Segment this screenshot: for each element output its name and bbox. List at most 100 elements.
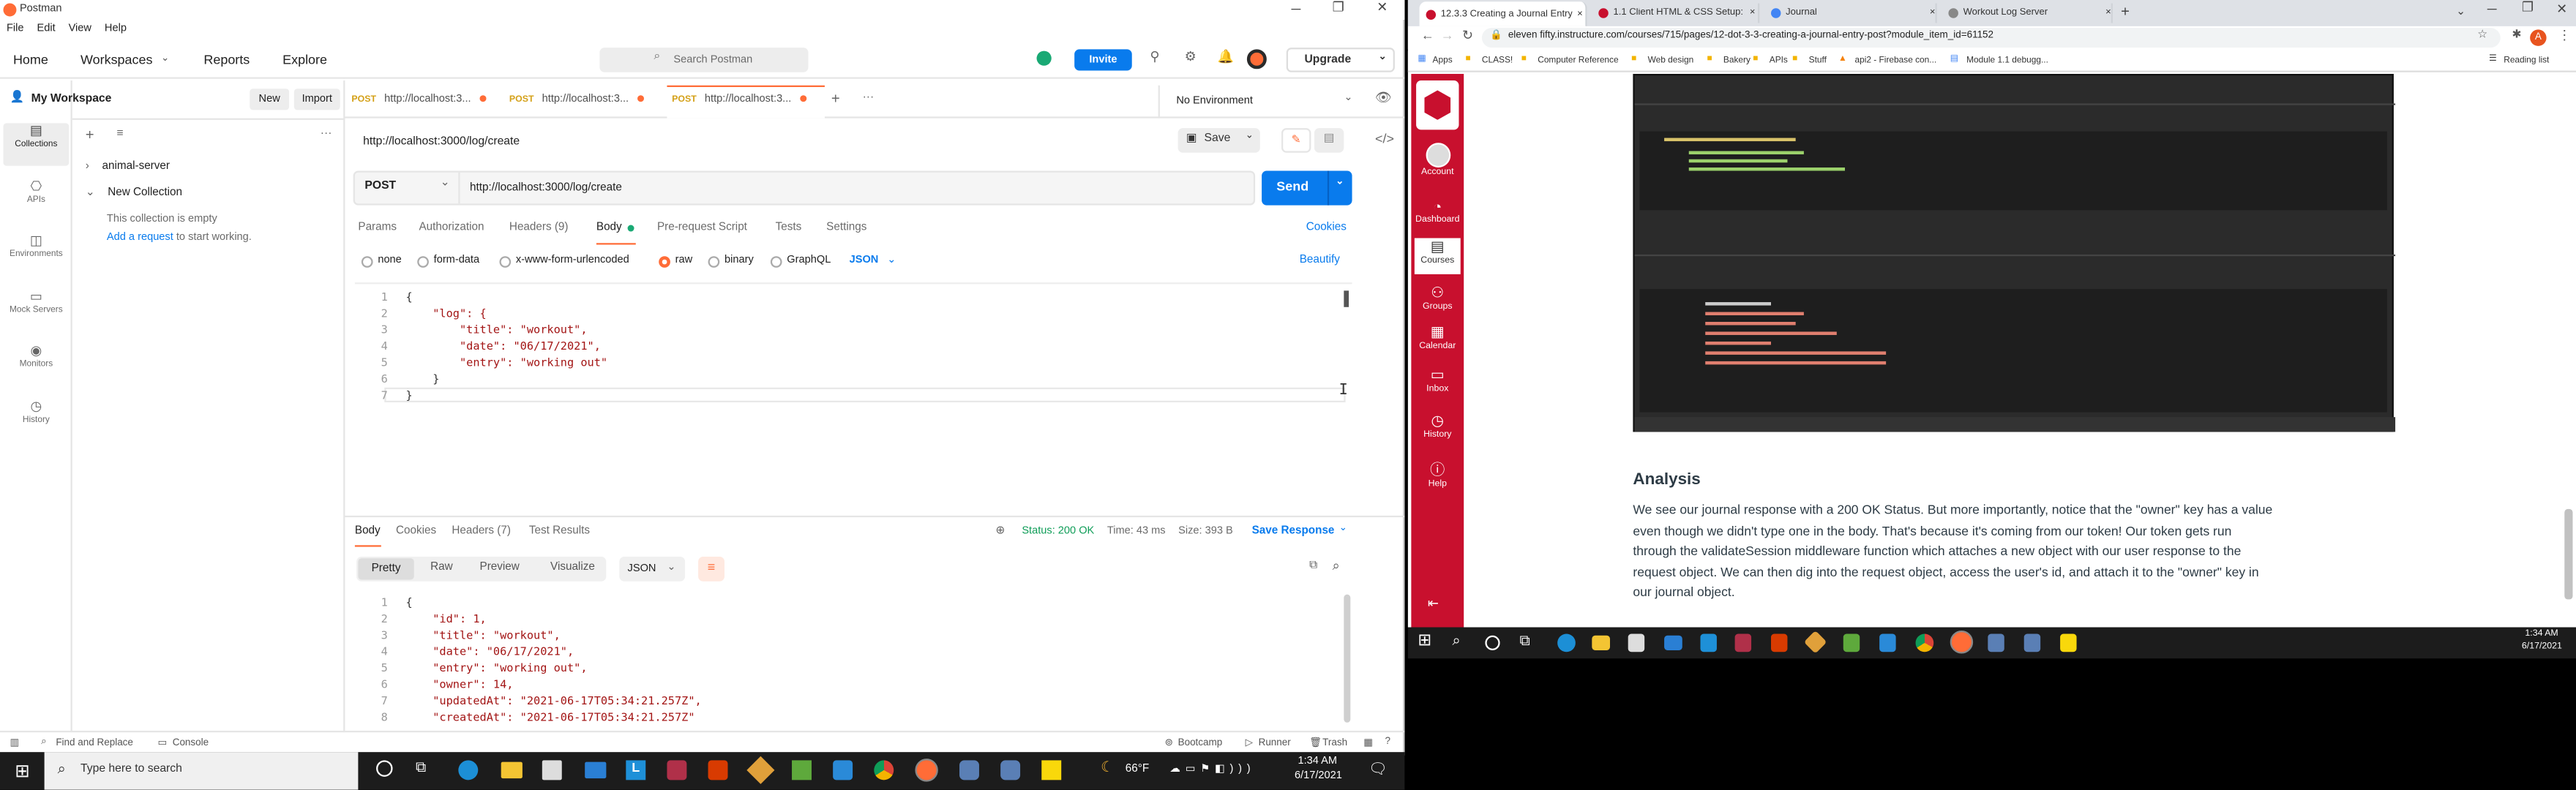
lms-nav-courses[interactable]: ▤ Courses: [1414, 238, 1461, 274]
cortana-icon[interactable]: [1485, 635, 1500, 650]
app-icon[interactable]: [667, 760, 687, 780]
page-scrollbar[interactable]: [2564, 508, 2573, 600]
pgadmin-icon[interactable]: [2023, 633, 2041, 652]
sticky-notes-icon[interactable]: [2060, 633, 2077, 652]
browser-tab[interactable]: Journal ×: [1764, 3, 1937, 23]
request-tab[interactable]: POST http://localhost:3...: [509, 94, 661, 105]
mail-icon[interactable]: [585, 761, 607, 779]
workspace-name[interactable]: My Workspace: [31, 94, 112, 105]
sidebar-item-environments[interactable]: ◫ Environments: [3, 233, 69, 260]
menu-file[interactable]: File: [7, 23, 24, 34]
search-icon[interactable]: ⌕: [1452, 632, 1460, 650]
menu-help[interactable]: Help: [105, 23, 127, 34]
chrome-icon[interactable]: [874, 760, 894, 780]
pgadmin-icon[interactable]: [1000, 760, 1021, 780]
lms-nav-dashboard[interactable]: ◔ Dashboard: [1415, 199, 1461, 225]
radio-binary[interactable]: [708, 256, 720, 268]
request-tab[interactable]: POST http://localhost:3...: [351, 94, 503, 105]
mail-icon[interactable]: [1664, 635, 1682, 650]
browser-tab-active[interactable]: 12.3.3 Creating a Journal Entry ×: [1419, 1, 1587, 26]
url-input[interactable]: http://localhost:3000/log/create: [470, 182, 622, 194]
request-body-editor[interactable]: I: [354, 282, 1352, 512]
tab-params[interactable]: Params: [358, 222, 397, 233]
star-icon[interactable]: ☆: [2477, 28, 2487, 41]
bookmark-item[interactable]: Bakery: [1723, 56, 1751, 65]
radio-urlencoded[interactable]: [499, 256, 512, 268]
sidebar-item-history[interactable]: ◷ History: [3, 399, 69, 426]
notifications-icon[interactable]: 🗨: [1368, 760, 1388, 778]
code-icon[interactable]: </>: [1375, 132, 1394, 146]
import-button[interactable]: Import: [293, 89, 340, 110]
tab-body[interactable]: Body: [596, 222, 622, 233]
bookmark-item[interactable]: Module 1.1 debugg...: [1966, 56, 2048, 65]
radio-graphql[interactable]: [770, 256, 782, 268]
runner-button[interactable]: Runner: [1259, 739, 1291, 748]
search-box[interactable]: ⌕ Search Postman: [599, 48, 809, 72]
view-raw[interactable]: Raw: [430, 562, 453, 573]
extensions-icon[interactable]: ✱: [2512, 28, 2521, 41]
close-tab-icon[interactable]: ×: [1930, 8, 1936, 18]
send-button[interactable]: Send ⌄: [1262, 170, 1352, 206]
resp-tab-cookies[interactable]: Cookies: [396, 525, 436, 537]
nav-workspaces[interactable]: Workspaces: [80, 53, 152, 67]
lms-nav-calendar[interactable]: ▦ Calendar: [1415, 323, 1461, 351]
node-icon[interactable]: [1843, 633, 1860, 652]
sidebar-item-collections[interactable]: ▤ Collections: [3, 123, 70, 166]
forward-icon[interactable]: →: [1441, 28, 1454, 42]
address-bar[interactable]: 🔒 eleven fifty.instructure.com/courses/7…: [1481, 28, 2501, 48]
add-request-link[interactable]: Add a request: [107, 232, 173, 244]
tab-search-icon[interactable]: ⌄: [2456, 5, 2465, 18]
bookmark-item[interactable]: CLASS!: [1482, 56, 1513, 65]
bookmark-item[interactable]: Apps: [1433, 56, 1453, 65]
view-pretty[interactable]: Pretty: [358, 558, 414, 580]
gear-icon[interactable]: ⚙: [1185, 49, 1197, 64]
bookmark-item[interactable]: Computer Reference: [1538, 56, 1618, 65]
resp-tab-body[interactable]: Body: [355, 525, 381, 537]
app-icon[interactable]: [1734, 633, 1752, 652]
more-icon[interactable]: ···: [321, 128, 332, 140]
collection-item[interactable]: › animal-server: [86, 161, 170, 173]
close-icon[interactable]: ✕: [2556, 1, 2567, 16]
bookmark-item[interactable]: Stuff: [1809, 56, 1827, 65]
response-format-select[interactable]: JSON ⌄: [619, 557, 686, 582]
satellite-icon[interactable]: ⚲: [1150, 49, 1159, 64]
nav-reports[interactable]: Reports: [203, 53, 250, 67]
new-button[interactable]: New: [250, 89, 290, 110]
layout-icon[interactable]: ▦: [1363, 737, 1373, 748]
bell-icon[interactable]: 🔔: [1217, 49, 1233, 64]
lms-nav-help[interactable]: ⓘ Help: [1415, 458, 1461, 489]
menu-icon[interactable]: ⋮: [2558, 28, 2571, 42]
edge-icon[interactable]: [1557, 633, 1576, 652]
resp-tab-headers[interactable]: Headers (7): [452, 525, 511, 537]
lms-logo[interactable]: [1416, 80, 1459, 130]
lync-icon[interactable]: [1700, 633, 1717, 652]
menu-edit[interactable]: Edit: [37, 23, 55, 34]
weather-temp[interactable]: 66°F: [1126, 764, 1149, 775]
copy-icon[interactable]: ⧉: [1309, 560, 1317, 573]
radio-none[interactable]: [361, 256, 373, 268]
tab-headers[interactable]: Headers (9): [509, 222, 569, 233]
sticky-notes-icon[interactable]: [1041, 760, 1062, 780]
tab-tests[interactable]: Tests: [776, 222, 802, 233]
file-explorer-icon[interactable]: [501, 761, 523, 779]
maximize-icon[interactable]: ❐: [1333, 0, 1344, 15]
close-tab-icon[interactable]: ×: [2105, 8, 2111, 18]
bootcamp-button[interactable]: Bootcamp: [1178, 739, 1223, 748]
lms-nav-inbox[interactable]: ▭ Inbox: [1415, 366, 1461, 394]
bookmark-item[interactable]: APIs: [1770, 56, 1788, 65]
sync-icon[interactable]: [1036, 50, 1052, 66]
edge-icon[interactable]: [458, 760, 479, 780]
radio-form-data[interactable]: [417, 256, 429, 268]
store-icon[interactable]: [1628, 633, 1645, 652]
new-tab-icon[interactable]: +: [2121, 3, 2130, 19]
environment-selector[interactable]: No Environment ⌄: [1158, 85, 1368, 118]
edit-icon[interactable]: ✎: [1281, 128, 1311, 153]
browser-tab[interactable]: 1.1 Client HTML & CSS Setup: W... ×: [1592, 3, 1760, 23]
sidebar-item-apis[interactable]: ⎔ APIs: [3, 179, 69, 206]
lync-icon[interactable]: L: [626, 760, 646, 780]
invite-button[interactable]: Invite: [1074, 49, 1132, 71]
upgrade-button[interactable]: Upgrade ⌄: [1286, 48, 1395, 72]
tab-pre-request-script[interactable]: Pre-request Script: [657, 222, 747, 233]
nav-home[interactable]: Home: [13, 53, 48, 67]
tray-icons[interactable]: ☁︎▭⚑◧))): [1169, 762, 1255, 775]
